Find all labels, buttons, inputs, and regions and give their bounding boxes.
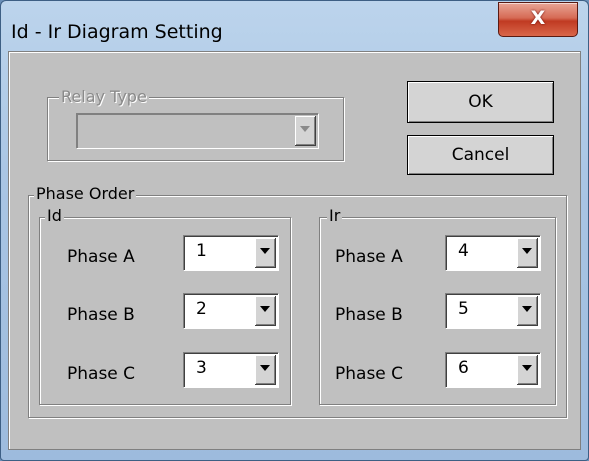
window-title: Id - Ir Diagram Setting <box>11 21 223 43</box>
title-bar[interactable]: Id - Ir Diagram Setting X <box>1 1 588 53</box>
id-phase-c-select[interactable]: 3 <box>183 352 279 388</box>
id-phase-a-label: Phase A <box>67 247 135 267</box>
id-phase-c-dropdown-button[interactable] <box>255 355 276 385</box>
chevron-down-icon <box>522 306 532 312</box>
chevron-down-icon <box>522 248 532 254</box>
ir-phase-b-select[interactable]: 5 <box>445 293 541 329</box>
close-button[interactable]: X <box>498 2 578 37</box>
id-phase-b-select[interactable]: 2 <box>183 293 279 329</box>
relay-type-dropdown-button <box>295 116 316 146</box>
id-legend: Id <box>45 206 64 225</box>
id-phase-c-label: Phase C <box>67 364 136 384</box>
ir-phase-c-dropdown-button[interactable] <box>517 355 538 385</box>
relay-type-combo <box>76 113 319 149</box>
dialog-window: Id - Ir Diagram Setting X Relay Type OK … <box>0 0 589 461</box>
chevron-down-icon <box>260 365 270 371</box>
id-phase-a-dropdown-button[interactable] <box>255 238 276 268</box>
close-icon: X <box>530 7 546 29</box>
ir-phase-a-dropdown-button[interactable] <box>517 238 538 268</box>
id-phase-c-value: 3 <box>196 358 207 378</box>
ir-phase-b-label: Phase B <box>335 305 403 325</box>
ir-phase-a-select[interactable]: 4 <box>445 235 541 271</box>
ir-phase-a-value: 4 <box>458 241 469 261</box>
ir-phase-b-value: 5 <box>458 299 469 319</box>
chevron-down-icon <box>260 248 270 254</box>
id-phase-a-select[interactable]: 1 <box>183 235 279 271</box>
id-phase-a-value: 1 <box>196 241 207 261</box>
phase-order-legend: Phase Order <box>34 184 137 203</box>
id-phase-b-label: Phase B <box>67 305 135 325</box>
ok-button[interactable]: OK <box>407 81 554 123</box>
chevron-down-icon <box>300 126 310 132</box>
ir-legend: Ir <box>327 206 343 225</box>
relay-type-legend: Relay Type <box>59 87 149 106</box>
chevron-down-icon <box>260 306 270 312</box>
ir-phase-a-label: Phase A <box>335 247 403 267</box>
ir-phase-c-select[interactable]: 6 <box>445 352 541 388</box>
id-phase-b-value: 2 <box>196 299 207 319</box>
ir-phase-c-value: 6 <box>458 358 469 378</box>
id-phase-b-dropdown-button[interactable] <box>255 296 276 326</box>
ir-phase-b-dropdown-button[interactable] <box>517 296 538 326</box>
cancel-button[interactable]: Cancel <box>407 135 554 175</box>
chevron-down-icon <box>522 365 532 371</box>
ir-phase-c-label: Phase C <box>335 364 404 384</box>
dialog-client-area: Relay Type OK Cancel Phase Order Id Phas… <box>8 51 581 450</box>
